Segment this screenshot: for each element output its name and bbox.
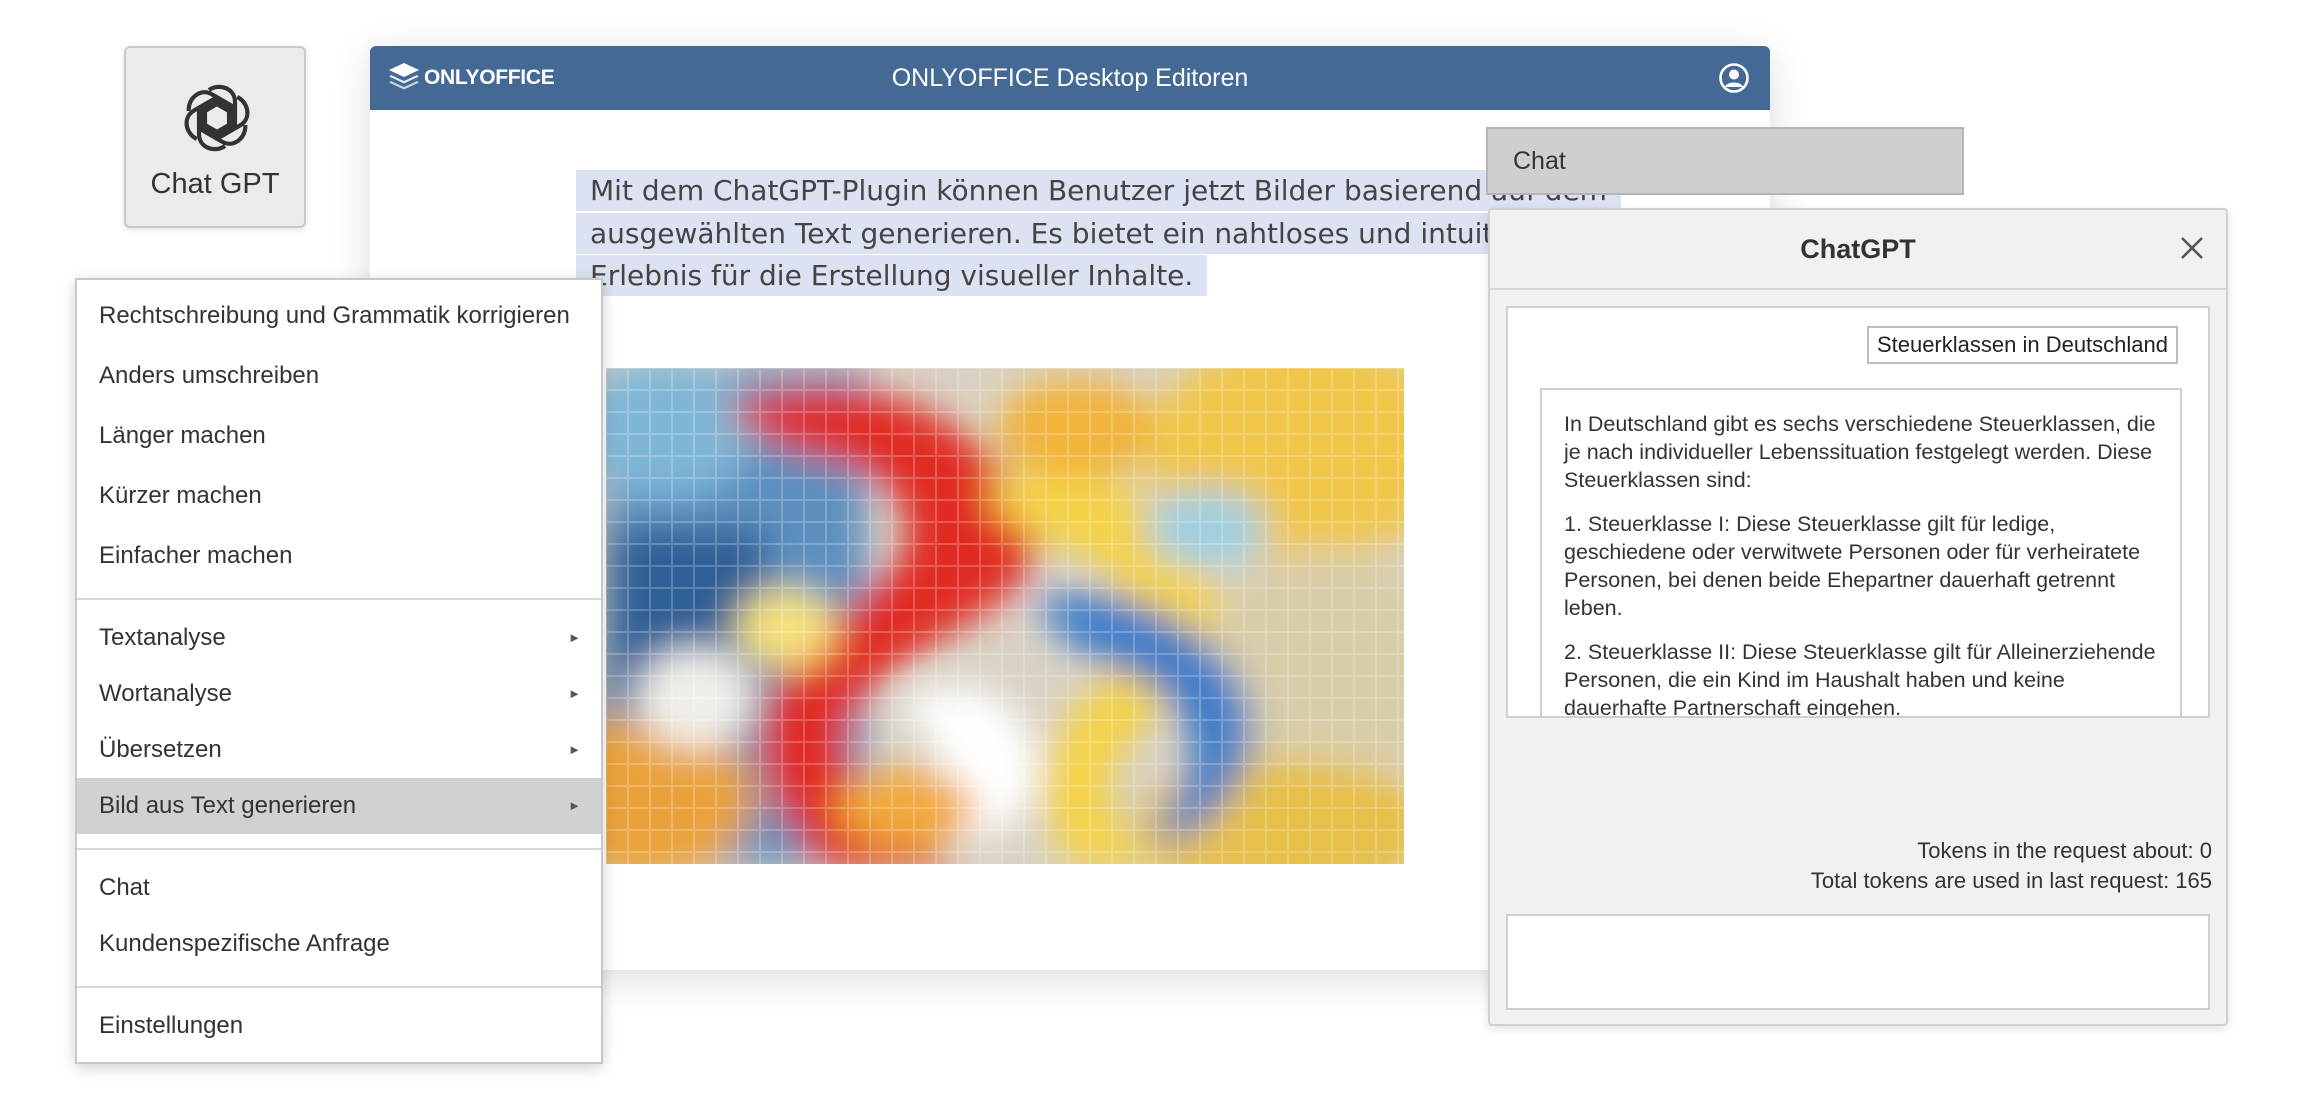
menu-item-label: Wortanalyse — [99, 680, 232, 707]
abstract-painting-image — [606, 368, 1404, 864]
menu-item-label: Länger machen — [99, 422, 266, 449]
submenu-arrow-icon: ► — [568, 798, 581, 813]
menu-item-label: Einstellungen — [99, 1012, 244, 1039]
menu-item-label: Übersetzen — [99, 736, 222, 763]
menu-item-make-simpler[interactable]: Einfacher machen — [77, 528, 601, 584]
menu-item-label: Kürzer machen — [99, 482, 262, 509]
panel-title: ChatGPT — [1800, 234, 1916, 264]
user-message: Steuerklassen in Deutschland — [1866, 326, 2178, 364]
openai-logo-icon — [184, 84, 250, 152]
menu-item-label: Kundenspezifische Anfrage — [99, 930, 390, 957]
tile-label: Chat GPT — [150, 168, 280, 200]
answer-paragraph: 1. Steuerklasse I: Diese Steuerklasse gi… — [1564, 512, 2141, 620]
menu-item-label: Einfacher machen — [99, 542, 293, 569]
menu-item-settings[interactable]: Einstellungen — [77, 998, 601, 1054]
menu-item-translate[interactable]: Übersetzen ► — [77, 722, 601, 778]
menu-item-chat[interactable]: Chat — [77, 860, 601, 916]
submenu-arrow-icon: ► — [568, 742, 581, 757]
submenu-arrow-icon: ► — [568, 686, 581, 701]
menu-item-label: Bild aus Text generieren — [99, 792, 357, 819]
menu-item-label: Chat — [99, 874, 150, 901]
menu-item-fix-spelling[interactable]: Rechtschreibung und Grammatik korrigiere… — [77, 288, 601, 344]
menu-item-custom-request[interactable]: Kundenspezifische Anfrage — [77, 916, 601, 972]
chat-message-input[interactable] — [1506, 914, 2210, 1010]
submenu-arrow-icon: ► — [568, 630, 581, 645]
tokens-last-request-label: Total tokens are used in last request: 1… — [1810, 868, 2212, 893]
menu-divider — [77, 986, 601, 988]
answer-paragraph: 2. Steuerklasse II: Diese Steuerklasse g… — [1564, 640, 2156, 718]
panel-header: ChatGPT — [1490, 210, 2226, 290]
title-bar: ONLYOFFICE ONLYOFFICE Desktop Editoren — [370, 46, 1770, 110]
menu-item-make-longer[interactable]: Länger machen — [77, 408, 601, 464]
menu-item-text-analysis[interactable]: Textanalyse ► — [77, 610, 601, 666]
tokens-request-label: Tokens in the request about: 0 — [1917, 838, 2212, 863]
context-menu: Rechtschreibung und Grammatik korrigiere… — [75, 278, 603, 1064]
chat-tab[interactable]: Chat — [1486, 127, 1964, 195]
menu-item-rewrite[interactable]: Anders umschreiben — [77, 348, 601, 404]
answer-paragraph: In Deutschland gibt es sechs verschieden… — [1564, 412, 2156, 492]
menu-item-word-analysis[interactable]: Wortanalyse ► — [77, 666, 601, 722]
menu-divider — [77, 848, 601, 850]
assistant-message: In Deutschland gibt es sechs verschieden… — [1540, 388, 2182, 718]
menu-divider — [77, 598, 601, 600]
selected-text[interactable]: Mit dem ChatGPT-Plugin können Benutzer j… — [576, 170, 1621, 296]
close-icon[interactable] — [2180, 236, 2204, 260]
menu-item-generate-image[interactable]: Bild aus Text generieren ► — [77, 778, 601, 834]
chatgpt-plugin-tile[interactable]: Chat GPT — [124, 46, 306, 228]
menu-item-make-shorter[interactable]: Kürzer machen — [77, 468, 601, 524]
conversation-area[interactable]: Steuerklassen in Deutschland In Deutschl… — [1506, 306, 2210, 718]
menu-item-label: Textanalyse — [99, 624, 226, 651]
user-account-icon[interactable] — [1718, 62, 1750, 94]
menu-item-label: Anders umschreiben — [99, 362, 320, 389]
generated-image[interactable] — [606, 368, 1404, 864]
window-title: ONLYOFFICE Desktop Editoren — [891, 64, 1249, 92]
menu-item-label: Rechtschreibung und Grammatik korrigiere… — [99, 302, 570, 329]
chatgpt-panel: ChatGPT Steuerklassen in Deutschland In … — [1488, 208, 2228, 1026]
document-text[interactable]: Mit dem ChatGPT-Plugin können Benutzer j… — [576, 170, 1626, 298]
